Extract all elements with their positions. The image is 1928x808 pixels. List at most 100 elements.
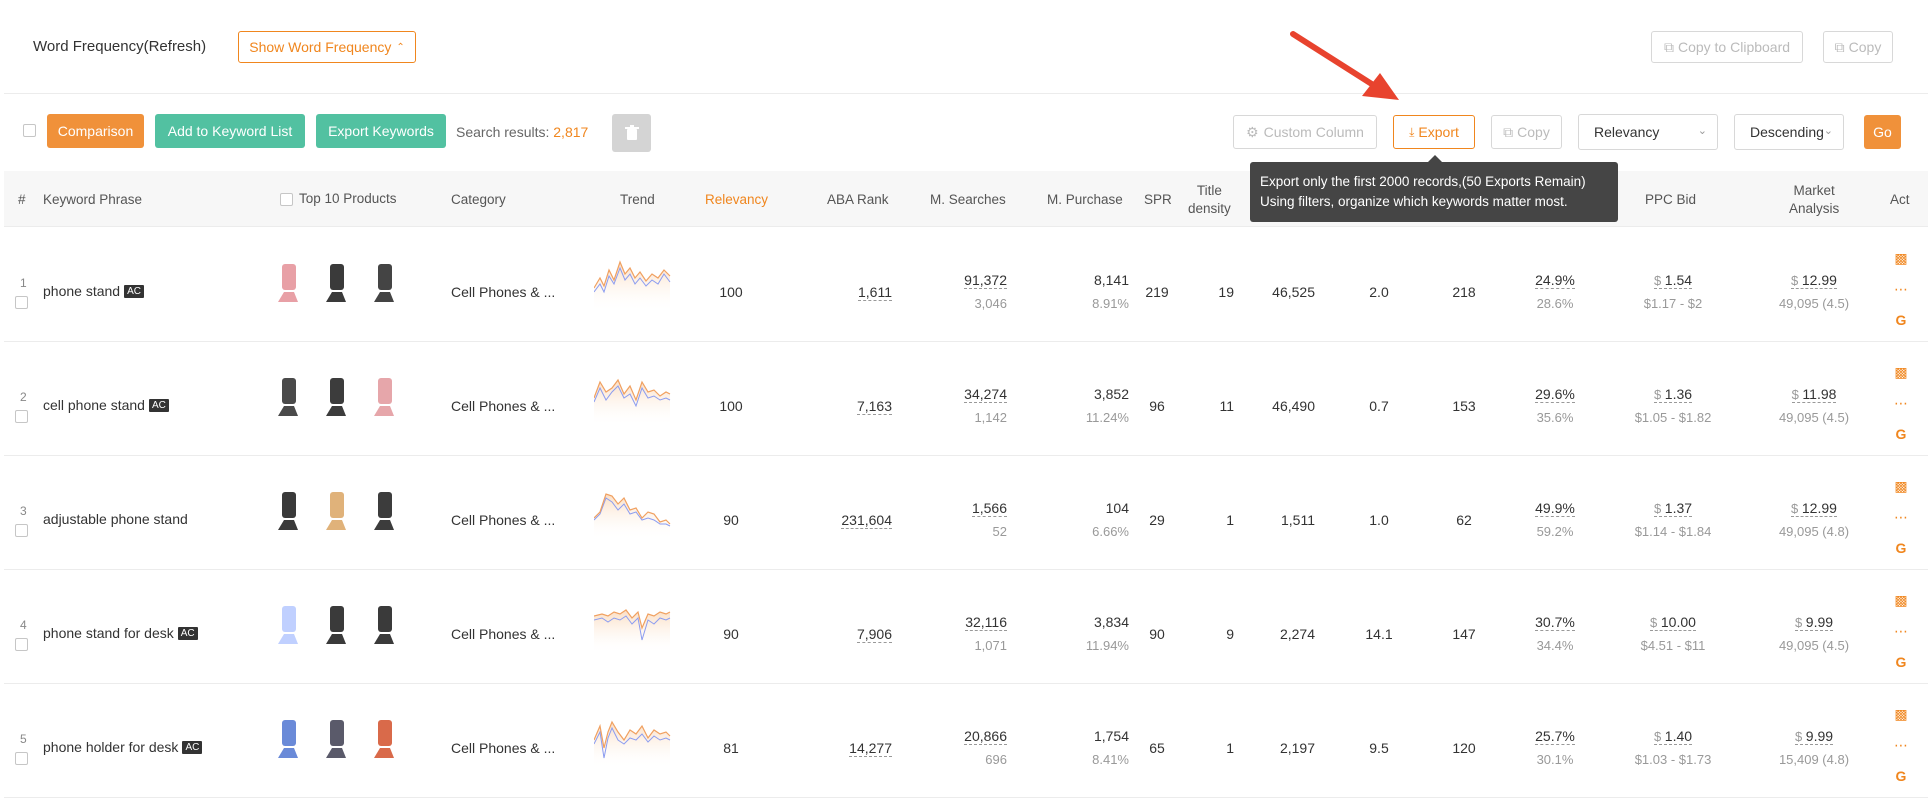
product-thumbnail[interactable]: [268, 714, 308, 764]
row-checkbox[interactable]: [15, 410, 28, 423]
trend-chart[interactable]: [594, 484, 674, 540]
product-thumbnail[interactable]: [268, 600, 308, 650]
product-thumbnail[interactable]: [364, 486, 404, 536]
product-thumbnail[interactable]: [364, 372, 404, 422]
ppc-bid[interactable]: $ 1.36: [1624, 386, 1722, 403]
word-frequency-title[interactable]: Word Frequency(Refresh): [33, 38, 206, 55]
select-all-checkbox[interactable]: [23, 124, 36, 137]
product-thumbnail[interactable]: [316, 714, 356, 764]
copy-button-top[interactable]: ⧉ Copy: [1823, 31, 1893, 63]
copy-to-clipboard-button[interactable]: ⧉ Copy to Clipboard: [1651, 31, 1803, 63]
keyword-text[interactable]: phone holder for desk: [43, 739, 178, 755]
trend-chart[interactable]: [594, 256, 674, 312]
trend-chart[interactable]: [594, 370, 674, 426]
go-button[interactable]: Go: [1864, 115, 1901, 149]
market-price[interactable]: $ 12.99: [1759, 272, 1869, 289]
order-select[interactable]: Descending ⌄: [1734, 114, 1844, 150]
google-icon[interactable]: G: [1896, 652, 1907, 673]
market-price[interactable]: $ 12.99: [1759, 500, 1869, 517]
export-keywords-button[interactable]: Export Keywords: [316, 114, 446, 148]
google-icon[interactable]: G: [1896, 424, 1907, 445]
aba-rank[interactable]: 231,604: [804, 512, 892, 529]
bar-chart-icon[interactable]: ▩: [1894, 476, 1907, 497]
row-checkbox[interactable]: [15, 524, 28, 537]
col-spr[interactable]: SPR: [1144, 192, 1172, 208]
conversion-pct[interactable]: 24.9%: [1529, 272, 1581, 289]
export-button[interactable]: ⤓ Export: [1393, 115, 1475, 149]
col-category[interactable]: Category: [451, 192, 506, 208]
keyword-text[interactable]: adjustable phone stand: [43, 511, 188, 527]
m-searches[interactable]: 20,866: [924, 728, 1007, 745]
ppc-bid[interactable]: $ 1.40: [1624, 728, 1722, 745]
product-thumbnail[interactable]: [316, 258, 356, 308]
product-thumbnail[interactable]: [364, 714, 404, 764]
custom-column-button[interactable]: ⚙ Custom Column: [1233, 115, 1377, 149]
keyword-text[interactable]: phone stand for desk: [43, 625, 174, 641]
m-searches[interactable]: 34,274: [924, 386, 1007, 403]
add-to-keyword-list-button[interactable]: Add to Keyword List: [155, 114, 305, 148]
more-icon[interactable]: ⋯: [1894, 393, 1908, 414]
google-icon[interactable]: G: [1896, 766, 1907, 787]
ppc-bid[interactable]: $ 1.54: [1624, 272, 1722, 289]
row-checkbox[interactable]: [15, 752, 28, 765]
more-icon[interactable]: ⋯: [1894, 621, 1908, 642]
aba-rank[interactable]: 14,277: [804, 740, 892, 757]
comparison-button[interactable]: Comparison: [47, 114, 144, 148]
keyword-phrase[interactable]: phone stand AC: [43, 283, 144, 299]
keyword-phrase[interactable]: adjustable phone stand: [43, 511, 188, 527]
google-icon[interactable]: G: [1896, 538, 1907, 559]
product-thumbnail[interactable]: [316, 486, 356, 536]
product-thumbnail[interactable]: [268, 486, 308, 536]
ppc-bid[interactable]: $ 10.00: [1624, 614, 1722, 631]
col-ppc-bid[interactable]: PPC Bid: [1645, 192, 1696, 208]
m-searches[interactable]: 1,566: [924, 500, 1007, 517]
google-icon[interactable]: G: [1896, 310, 1907, 331]
delete-button[interactable]: [612, 114, 651, 152]
market-price[interactable]: $ 11.98: [1759, 386, 1869, 403]
market-price[interactable]: $ 9.99: [1759, 614, 1869, 631]
copy-button[interactable]: ⧉ Copy: [1491, 115, 1562, 149]
conversion-pct[interactable]: 29.6%: [1529, 386, 1581, 403]
conversion-pct[interactable]: 49.9%: [1529, 500, 1581, 517]
col-relevancy[interactable]: Relevancy: [705, 192, 768, 208]
m-searches[interactable]: 91,372: [924, 272, 1007, 289]
product-thumbnail[interactable]: [268, 372, 308, 422]
sort-by-select[interactable]: Relevancy ⌄: [1578, 114, 1718, 150]
row-checkbox[interactable]: [15, 638, 28, 651]
col-title-density[interactable]: Title density: [1188, 183, 1231, 217]
trend-chart[interactable]: [594, 712, 674, 768]
market-price[interactable]: $ 9.99: [1759, 728, 1869, 745]
col-market-analysis[interactable]: Market Analysis: [1789, 183, 1839, 217]
product-thumbnail[interactable]: [316, 600, 356, 650]
product-thumbnail[interactable]: [364, 600, 404, 650]
ppc-bid[interactable]: $ 1.37: [1624, 500, 1722, 517]
product-thumbnail[interactable]: [268, 258, 308, 308]
col-m-searches[interactable]: M. Searches: [930, 192, 1006, 208]
top10-checkbox[interactable]: [280, 193, 293, 206]
conversion-pct[interactable]: 30.7%: [1529, 614, 1581, 631]
keyword-text[interactable]: phone stand: [43, 283, 120, 299]
product-thumbnail[interactable]: [316, 372, 356, 422]
conversion-pct[interactable]: 25.7%: [1529, 728, 1581, 745]
show-word-frequency-button[interactable]: Show Word Frequency ⌃: [238, 31, 416, 63]
more-icon[interactable]: ⋯: [1894, 279, 1908, 300]
row-checkbox[interactable]: [15, 296, 28, 309]
bar-chart-icon[interactable]: ▩: [1894, 362, 1907, 383]
keyword-phrase[interactable]: phone holder for desk AC: [43, 739, 203, 755]
col-aba-rank[interactable]: ABA Rank: [827, 192, 889, 208]
col-keyword[interactable]: Keyword Phrase: [43, 192, 142, 208]
trend-chart[interactable]: [594, 598, 674, 654]
bar-chart-icon[interactable]: ▩: [1894, 704, 1907, 725]
product-thumbnail[interactable]: [364, 258, 404, 308]
aba-rank[interactable]: 7,906: [804, 626, 892, 643]
keyword-phrase[interactable]: cell phone stand AC: [43, 397, 169, 413]
bar-chart-icon[interactable]: ▩: [1894, 248, 1907, 269]
more-icon[interactable]: ⋯: [1894, 735, 1908, 756]
keyword-phrase[interactable]: phone stand for desk AC: [43, 625, 198, 641]
more-icon[interactable]: ⋯: [1894, 507, 1908, 528]
aba-rank[interactable]: 7,163: [804, 398, 892, 415]
col-m-purchase[interactable]: M. Purchase: [1047, 192, 1123, 208]
m-searches[interactable]: 32,116: [924, 614, 1007, 631]
aba-rank[interactable]: 1,611: [804, 284, 892, 301]
keyword-text[interactable]: cell phone stand: [43, 397, 145, 413]
